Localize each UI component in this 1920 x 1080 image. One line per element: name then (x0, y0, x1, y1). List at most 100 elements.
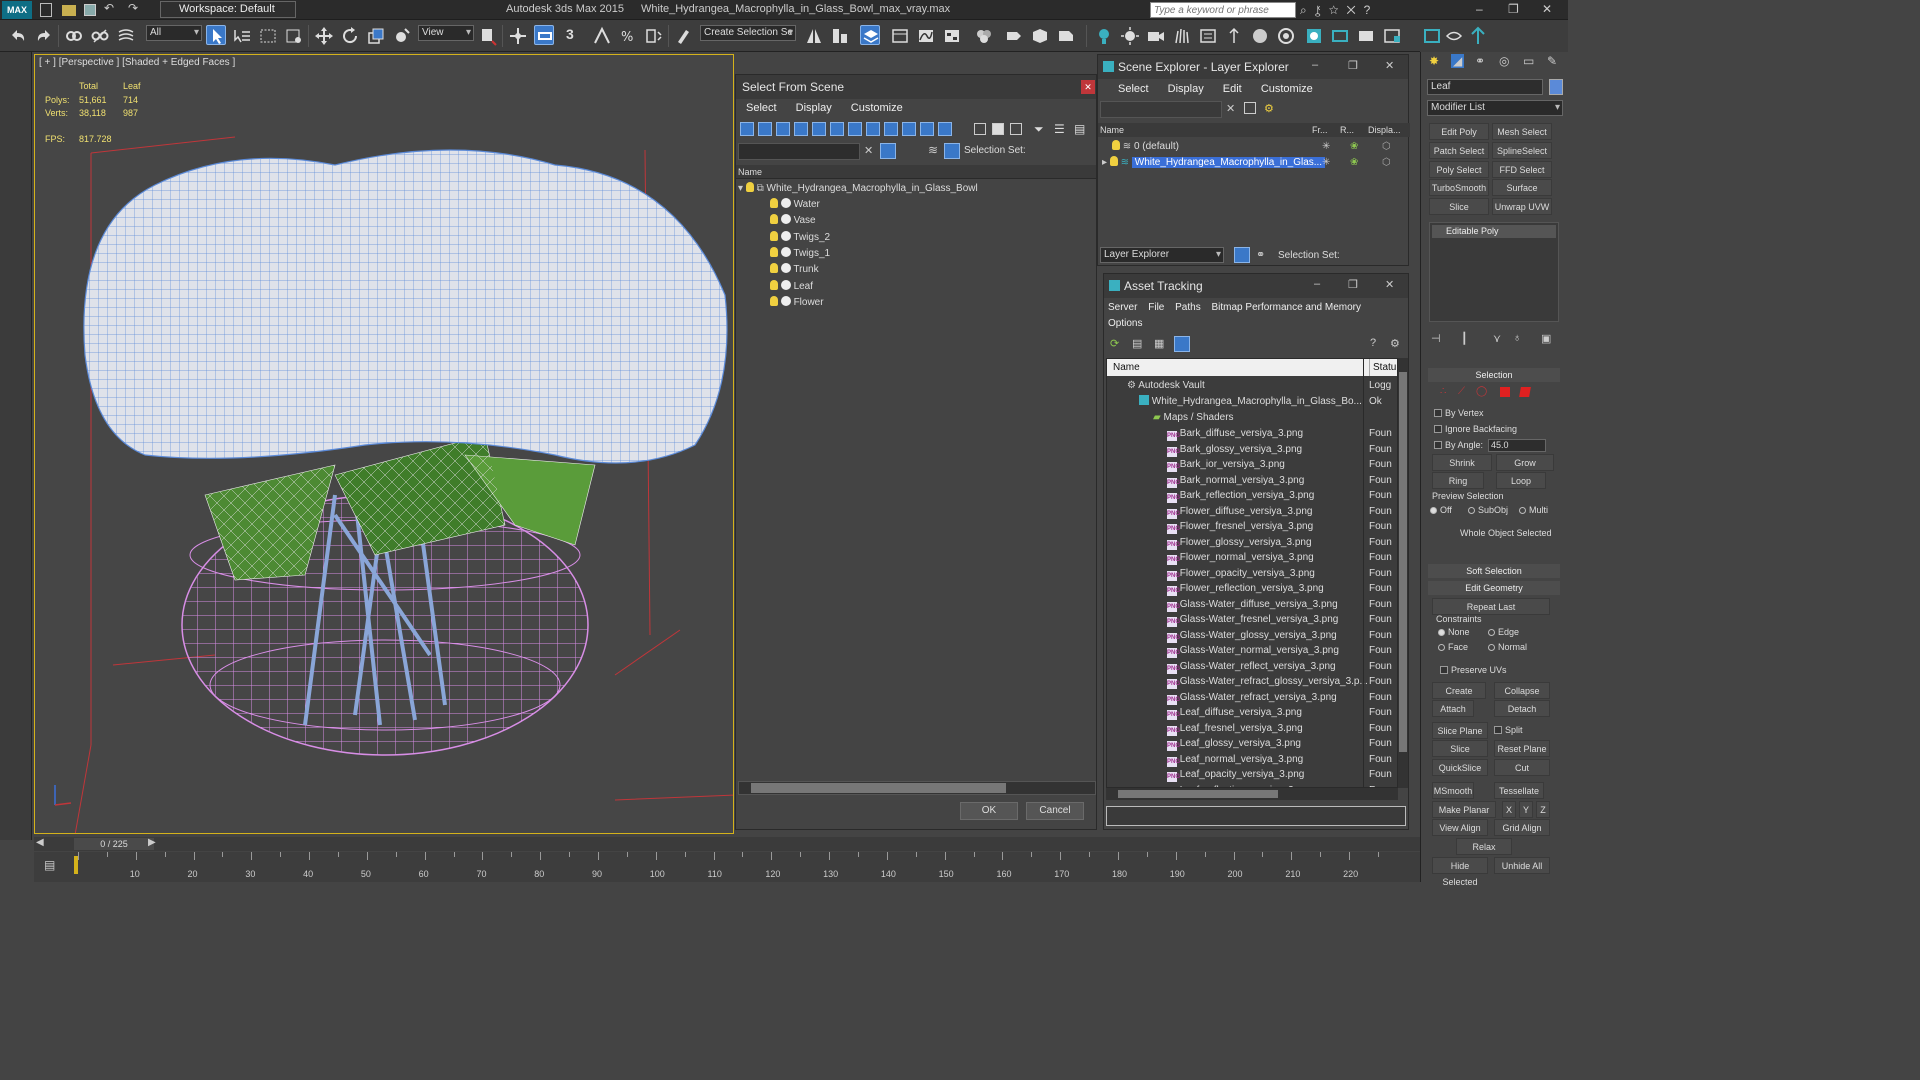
scene-object-row[interactable]: Flower (770, 295, 1090, 311)
col-name[interactable]: Name (1100, 123, 1124, 137)
minimize-icon[interactable]: – (1476, 2, 1483, 16)
table-view-icon[interactable]: ▦ (1154, 337, 1164, 350)
track-bar[interactable]: ▤ 10 20 30 40 50 60 70 80 90 100 110 120 130 140 150 16… (34, 852, 1420, 882)
next-frame-icon[interactable]: ▶ (148, 837, 156, 848)
modifier-preset-button[interactable]: Edit Poly (1429, 123, 1489, 140)
prev-frame-icon[interactable]: ◀ (36, 837, 44, 848)
vray-light-icon[interactable] (1094, 26, 1114, 46)
selection-set-icon[interactable] (944, 143, 960, 159)
menu-file[interactable]: File (1148, 302, 1164, 313)
bind-spacewarp-icon[interactable] (116, 26, 136, 46)
soft-selection-rollout-header[interactable]: Soft Selection (1428, 564, 1560, 578)
render-icon[interactable]: ❀ (1350, 155, 1358, 171)
slice-plane-button[interactable]: Slice Plane (1432, 722, 1488, 739)
modifier-preset-button[interactable]: Poly Select (1429, 160, 1489, 178)
modify-tab-icon[interactable]: ◢ (1451, 54, 1465, 68)
star-icon[interactable]: ☆ (1329, 3, 1347, 17)
select-none-icon[interactable] (992, 123, 1004, 135)
asset-row[interactable]: PNG Glass-Water_diffuse_versiya_3.png Fou… (1107, 597, 1397, 613)
modifier-preset-button[interactable]: Surface Select (1492, 179, 1552, 209)
selection-filter-dropdown[interactable]: All (146, 25, 202, 41)
asset-row[interactable]: PNG Bark_normal_versiya_3.png Foun (1107, 473, 1397, 489)
keyboard-shortcut-icon[interactable] (534, 25, 554, 45)
scale-icon[interactable] (366, 26, 386, 46)
menu-select[interactable]: Select (746, 102, 777, 114)
snap-toggle-icon[interactable]: 3 (566, 26, 588, 46)
unlink-icon[interactable] (90, 26, 110, 46)
vray-toolbar-icon-a[interactable] (1330, 26, 1350, 46)
move-icon[interactable] (314, 26, 334, 46)
asset-vertical-scrollbar[interactable] (1398, 358, 1408, 788)
time-slider[interactable]: ◀ 0 / 225 ▶ (34, 837, 1420, 851)
edit-named-selection-icon[interactable] (674, 26, 694, 46)
asset-row[interactable]: PNG Bark_reflection_versiya_3.png Foun (1107, 488, 1397, 504)
edge-level-icon[interactable]: ⟋ (1458, 386, 1465, 397)
planar-z-button[interactable]: Z (1536, 801, 1550, 818)
clear-search-icon[interactable]: ✕ (864, 144, 873, 157)
close-icon[interactable]: ✕ (1542, 2, 1552, 16)
hierarchy-tab-icon[interactable]: ⚭ (1475, 54, 1485, 68)
menu-customize[interactable]: Customize (1261, 83, 1313, 95)
menu-select[interactable]: Select (1118, 83, 1149, 95)
visibility-bulb-icon[interactable] (770, 263, 778, 274)
planar-y-button[interactable]: Y (1519, 801, 1533, 818)
filter-frozen-icon[interactable] (920, 122, 934, 136)
asset-row[interactable]: PNG Glass-Water_refract_glossy_versiya_3… (1107, 674, 1397, 690)
selection-rollout-header[interactable]: Selection (1428, 368, 1560, 382)
layers-icon[interactable]: ≋ (928, 143, 938, 157)
restore-icon[interactable]: ❐ (1508, 2, 1519, 16)
asset-row[interactable]: PNG Leaf_diffuse_versiya_3.png Foun (1107, 705, 1397, 721)
restore-icon[interactable]: ❐ (1348, 59, 1358, 72)
modifier-preset-button[interactable]: Slice (1429, 198, 1489, 216)
object-color-swatch[interactable] (1549, 79, 1563, 95)
clear-search-icon[interactable]: ✕ (1226, 102, 1235, 115)
asset-row[interactable]: PNG Bark_ior_versiya_3.png Foun (1107, 457, 1397, 473)
configure-sets-icon[interactable]: ▣ (1541, 332, 1551, 345)
make-planar-button[interactable]: Make Planar (1432, 801, 1496, 818)
grid-align-button[interactable]: Grid Align (1494, 819, 1550, 836)
menu-edit[interactable]: Edit (1223, 83, 1242, 95)
expand-arrow-icon[interactable]: ▸ (1102, 157, 1107, 168)
filter-hidden-icon[interactable] (938, 122, 952, 136)
asset-horizontal-scrollbar[interactable] (1106, 788, 1398, 800)
vray-camera-icon[interactable] (1146, 26, 1166, 46)
ignore-backfacing-checkbox[interactable]: Ignore Backfacing (1434, 424, 1517, 434)
layer-row-default[interactable]: ≋ 0 (default) ✳ ❀ ⬡ (1112, 139, 1402, 155)
vray-toolbar-icon-f[interactable] (1468, 26, 1488, 46)
constraint-normal-radio[interactable]: Normal (1488, 642, 1527, 652)
list-view-icon[interactable]: ▤ (1132, 337, 1142, 350)
col-display[interactable]: Displa... (1368, 123, 1401, 137)
display-icon[interactable]: ⬡ (1382, 139, 1391, 155)
preview-off-radio[interactable]: Off (1430, 505, 1452, 515)
select-object-icon[interactable] (206, 25, 226, 45)
menu-server[interactable]: Server (1108, 302, 1137, 313)
tessellate-button[interactable]: Tessellate (1494, 782, 1544, 799)
curve-editor-icon[interactable] (916, 26, 936, 46)
loop-button[interactable]: Loop (1496, 472, 1546, 489)
object-name-field[interactable]: Leaf (1427, 79, 1543, 95)
split-checkbox[interactable]: Split (1494, 725, 1523, 735)
filter-toggle-icon[interactable] (880, 143, 896, 159)
select-manipulate-icon[interactable] (508, 26, 528, 46)
vray-toolbar-icon-e[interactable] (1444, 26, 1464, 46)
modifier-list-dropdown[interactable]: Modifier List (1427, 100, 1563, 116)
modifier-preset-button[interactable]: Mesh Select (1492, 123, 1552, 140)
grow-button[interactable]: Grow (1496, 454, 1554, 471)
hierarchy-icon[interactable]: ☰ (1054, 122, 1065, 136)
filter-bones-icon[interactable] (884, 122, 898, 136)
preserve-uvs-checkbox[interactable]: Preserve UVs (1440, 665, 1507, 675)
material-editor-icon[interactable] (974, 26, 994, 46)
menu-display[interactable]: Display (1168, 83, 1204, 95)
explorer-type-dropdown[interactable]: Layer Explorer (1100, 247, 1224, 263)
hide-selected-button[interactable]: Hide Selected (1432, 857, 1488, 887)
visibility-bulb-icon[interactable] (1109, 156, 1118, 166)
place-icon[interactable] (392, 26, 412, 46)
workspace-dropdown[interactable]: Workspace: Default (160, 1, 296, 18)
scene-search-input[interactable] (1100, 101, 1222, 118)
preview-multi-radio[interactable]: Multi (1519, 505, 1548, 515)
percent-snap-icon[interactable]: % (618, 26, 638, 46)
columns-icon[interactable]: ▤ (1074, 122, 1085, 136)
asset-row[interactable]: PNG Flower_fresnel_versiya_3.png Foun (1107, 519, 1397, 535)
scene-object-row[interactable]: Twigs_2 (770, 230, 1090, 246)
find-name-input[interactable] (738, 143, 860, 160)
